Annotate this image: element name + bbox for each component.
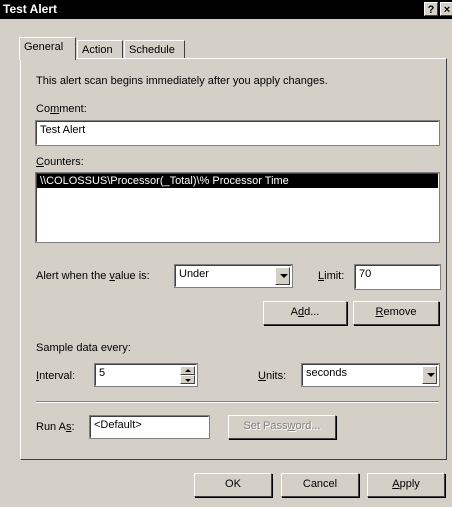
alert-when-label: Alert when the value is: [36,270,150,282]
alert-condition-select[interactable]: Under [174,264,293,288]
comment-label: Comment: [36,103,87,115]
interval-spin-buttons [180,366,195,384]
chevron-down-icon[interactable] [422,366,437,384]
spin-up-icon[interactable] [180,366,195,375]
cancel-button[interactable]: Cancel [281,473,359,497]
general-tab-panel [20,58,447,460]
counters-list[interactable]: \\COLOSSUS\Processor(_Total)\% Processor… [35,172,440,243]
units-label: Units: [258,370,287,382]
sample-label: Sample data every: [36,342,131,354]
units-select[interactable]: seconds [301,363,440,387]
set-password-button[interactable]: Set Password... [228,415,336,439]
tab-general[interactable]: General [19,37,76,60]
alert-properties-dialog: Test Alert ? × General Action Schedule T… [0,0,452,507]
help-button[interactable]: ? [424,2,438,16]
limit-input[interactable]: 70 [354,264,441,290]
tab-action-label: Action [82,44,113,56]
window-title: Test Alert [3,2,58,16]
spin-down-icon[interactable] [180,375,195,384]
info-text: This alert scan begins immediately after… [36,75,328,87]
run-as-label: Run As: [36,421,75,433]
interval-value: 5 [99,367,106,379]
units-value: seconds [306,367,347,379]
separator [36,401,439,403]
interval-label: Interval: [36,370,76,382]
add-button[interactable]: Add... [263,301,347,325]
interval-spinner[interactable]: 5 [94,363,198,387]
apply-button[interactable]: Apply [367,473,445,497]
title-bar[interactable]: Test Alert ? × [0,0,452,19]
counter-item[interactable]: \\COLOSSUS\Processor(_Total)\% Processor… [37,174,438,188]
tab-schedule[interactable]: Schedule [124,40,185,59]
run-as-input[interactable]: <Default> [89,415,210,439]
tab-action[interactable]: Action [77,40,123,59]
ok-button[interactable]: OK [194,473,272,497]
limit-label: Limit: [318,270,345,282]
alert-condition-value: Under [179,268,209,280]
remove-button[interactable]: Remove [353,301,439,325]
counters-label: Counters: [36,156,84,168]
tab-schedule-label: Schedule [129,44,175,56]
comment-input[interactable]: Test Alert [35,120,440,146]
close-button[interactable]: × [440,2,452,16]
chevron-down-icon[interactable] [275,267,290,285]
tab-general-label: General [24,41,64,53]
